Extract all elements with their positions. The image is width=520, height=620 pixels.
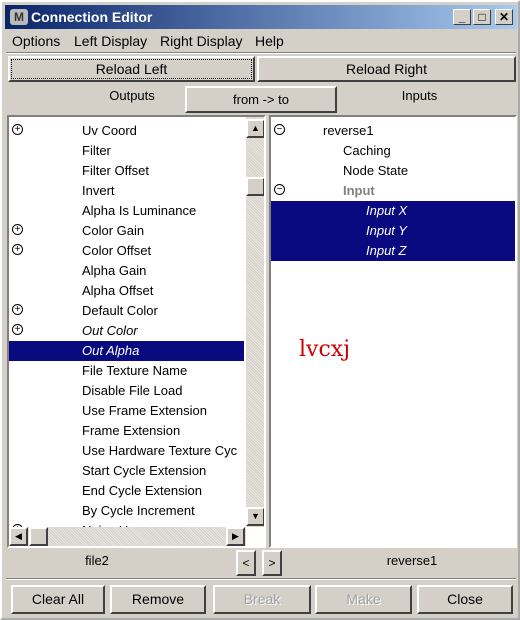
list-item[interactable]: Input X: [271, 201, 515, 221]
item-label: Default Color: [82, 303, 158, 318]
item-label: Alpha Gain: [82, 263, 147, 278]
item-label: Input X: [366, 203, 408, 218]
item-label: Start Cycle Extension: [82, 463, 207, 478]
title-bar[interactable]: M Connection Editor _ □ ✕: [5, 5, 517, 29]
list-item[interactable]: Alpha Is Luminance: [9, 201, 244, 221]
expand-icon[interactable]: +: [12, 224, 23, 235]
item-label: By Cycle Increment: [82, 503, 195, 518]
list-item[interactable]: End Cycle Extension: [9, 481, 244, 501]
item-label: Caching: [343, 143, 391, 158]
make-button[interactable]: Make: [315, 585, 412, 614]
scroll-left-button[interactable]: ◀: [9, 527, 28, 546]
scroll-thumb[interactable]: [246, 177, 264, 196]
item-label: Frame Extension: [82, 423, 181, 438]
item-label: Node State: [343, 163, 409, 178]
item-label: Out Color: [82, 323, 138, 338]
list-item[interactable]: Use Hardware Texture Cyc: [9, 441, 244, 461]
maya-logo-icon: M: [10, 9, 28, 25]
list-item[interactable]: + Color Offset: [9, 241, 244, 261]
list-item[interactable]: + Out Color: [9, 321, 244, 341]
expand-icon[interactable]: +: [12, 304, 23, 315]
list-item[interactable]: File Texture Name: [9, 361, 244, 381]
menu-right-display[interactable]: Right Display: [160, 33, 242, 49]
item-label: Disable File Load: [82, 383, 183, 398]
menu-help[interactable]: Help: [255, 33, 284, 49]
left-node-name: file2: [85, 553, 109, 568]
list-item[interactable]: Input Z: [271, 241, 515, 261]
inputs-label: Inputs: [401, 88, 438, 103]
list-item[interactable]: − reverse1: [271, 121, 515, 141]
clear-all-button[interactable]: Clear All: [11, 585, 105, 614]
reload-right-button[interactable]: Reload Right: [257, 56, 516, 82]
item-label: Use Hardware Texture Cyc: [82, 443, 238, 458]
reload-left-button[interactable]: Reload Left: [8, 56, 255, 82]
next-node-button[interactable]: >: [262, 550, 282, 576]
list-item[interactable]: By Cycle Increment: [9, 501, 244, 521]
item-label: Alpha Is Luminance: [82, 203, 197, 218]
watermark: lvcxj: [299, 337, 351, 362]
scroll-right-button[interactable]: ▶: [226, 527, 245, 546]
expand-icon[interactable]: +: [12, 244, 23, 255]
list-item[interactable]: Use Frame Extension: [9, 401, 244, 421]
list-item[interactable]: Filter: [9, 141, 244, 161]
menu-left-display[interactable]: Left Display: [74, 33, 147, 49]
item-label: Color Gain: [82, 223, 145, 238]
list-item[interactable]: + Default Color: [9, 301, 244, 321]
item-label: Uv Coord: [82, 123, 137, 138]
connection-editor-window: M Connection Editor _ □ ✕ Options Left D…: [0, 0, 520, 620]
item-label: Use Frame Extension: [82, 403, 207, 418]
remove-button[interactable]: Remove: [110, 585, 206, 614]
item-label: Alpha Offset: [82, 283, 154, 298]
list-item[interactable]: + Color Gain: [9, 221, 244, 241]
scroll-down-button[interactable]: ▼: [246, 507, 264, 526]
list-item[interactable]: Input Y: [271, 221, 515, 241]
horizontal-scroll-thumb[interactable]: [29, 527, 48, 546]
window-title: Connection Editor: [31, 9, 153, 25]
collapse-icon[interactable]: −: [274, 184, 285, 195]
list-item[interactable]: Disable File Load: [9, 381, 244, 401]
item-label: Input: [343, 183, 375, 198]
menu-options[interactable]: Options: [12, 33, 60, 49]
list-item[interactable]: Filter Offset: [9, 161, 244, 181]
list-item[interactable]: Caching: [271, 141, 515, 161]
list-item[interactable]: Invert: [9, 181, 244, 201]
right-node-name: reverse1: [386, 553, 438, 568]
list-item[interactable]: Node State: [271, 161, 515, 181]
list-item[interactable]: Alpha Gain: [9, 261, 244, 281]
item-label: Out Alpha: [82, 343, 140, 358]
scroll-up-button[interactable]: ▲: [246, 119, 264, 138]
item-label: Filter: [82, 143, 111, 158]
list-item[interactable]: Frame Extension: [9, 421, 244, 441]
item-label: Filter Offset: [82, 163, 149, 178]
item-label: Color Offset: [82, 243, 152, 258]
item-label: Invert: [82, 183, 115, 198]
item-label: reverse1: [323, 123, 374, 138]
close-window-button[interactable]: ✕: [495, 9, 513, 25]
close-button[interactable]: Close: [417, 585, 513, 614]
list-item[interactable]: Start Cycle Extension: [9, 461, 244, 481]
expand-icon[interactable]: +: [12, 324, 23, 335]
list-item[interactable]: Alpha Offset: [9, 281, 244, 301]
item-label: End Cycle Extension: [82, 483, 202, 498]
item-label: Input Y: [366, 223, 407, 238]
collapse-icon[interactable]: −: [274, 124, 285, 135]
previous-node-button[interactable]: <: [236, 550, 256, 576]
direction-button[interactable]: from -> to: [185, 86, 337, 113]
maximize-button[interactable]: □: [473, 9, 491, 25]
expand-icon[interactable]: +: [12, 124, 23, 135]
outputs-list[interactable]: + Uv Coord Filter Filter Offset Invert Alpha …: [7, 115, 266, 548]
item-label: File Texture Name: [82, 363, 188, 378]
item-label: Input Z: [366, 243, 407, 258]
list-item[interactable]: + Uv Coord: [9, 121, 244, 141]
break-button[interactable]: Break: [213, 585, 311, 614]
list-item[interactable]: Out Alpha: [9, 341, 244, 361]
list-item[interactable]: − Input: [271, 181, 515, 201]
minimize-button[interactable]: _: [453, 9, 471, 25]
inputs-list[interactable]: − reverse1 Caching Node State − Input Input X I…: [269, 115, 517, 548]
